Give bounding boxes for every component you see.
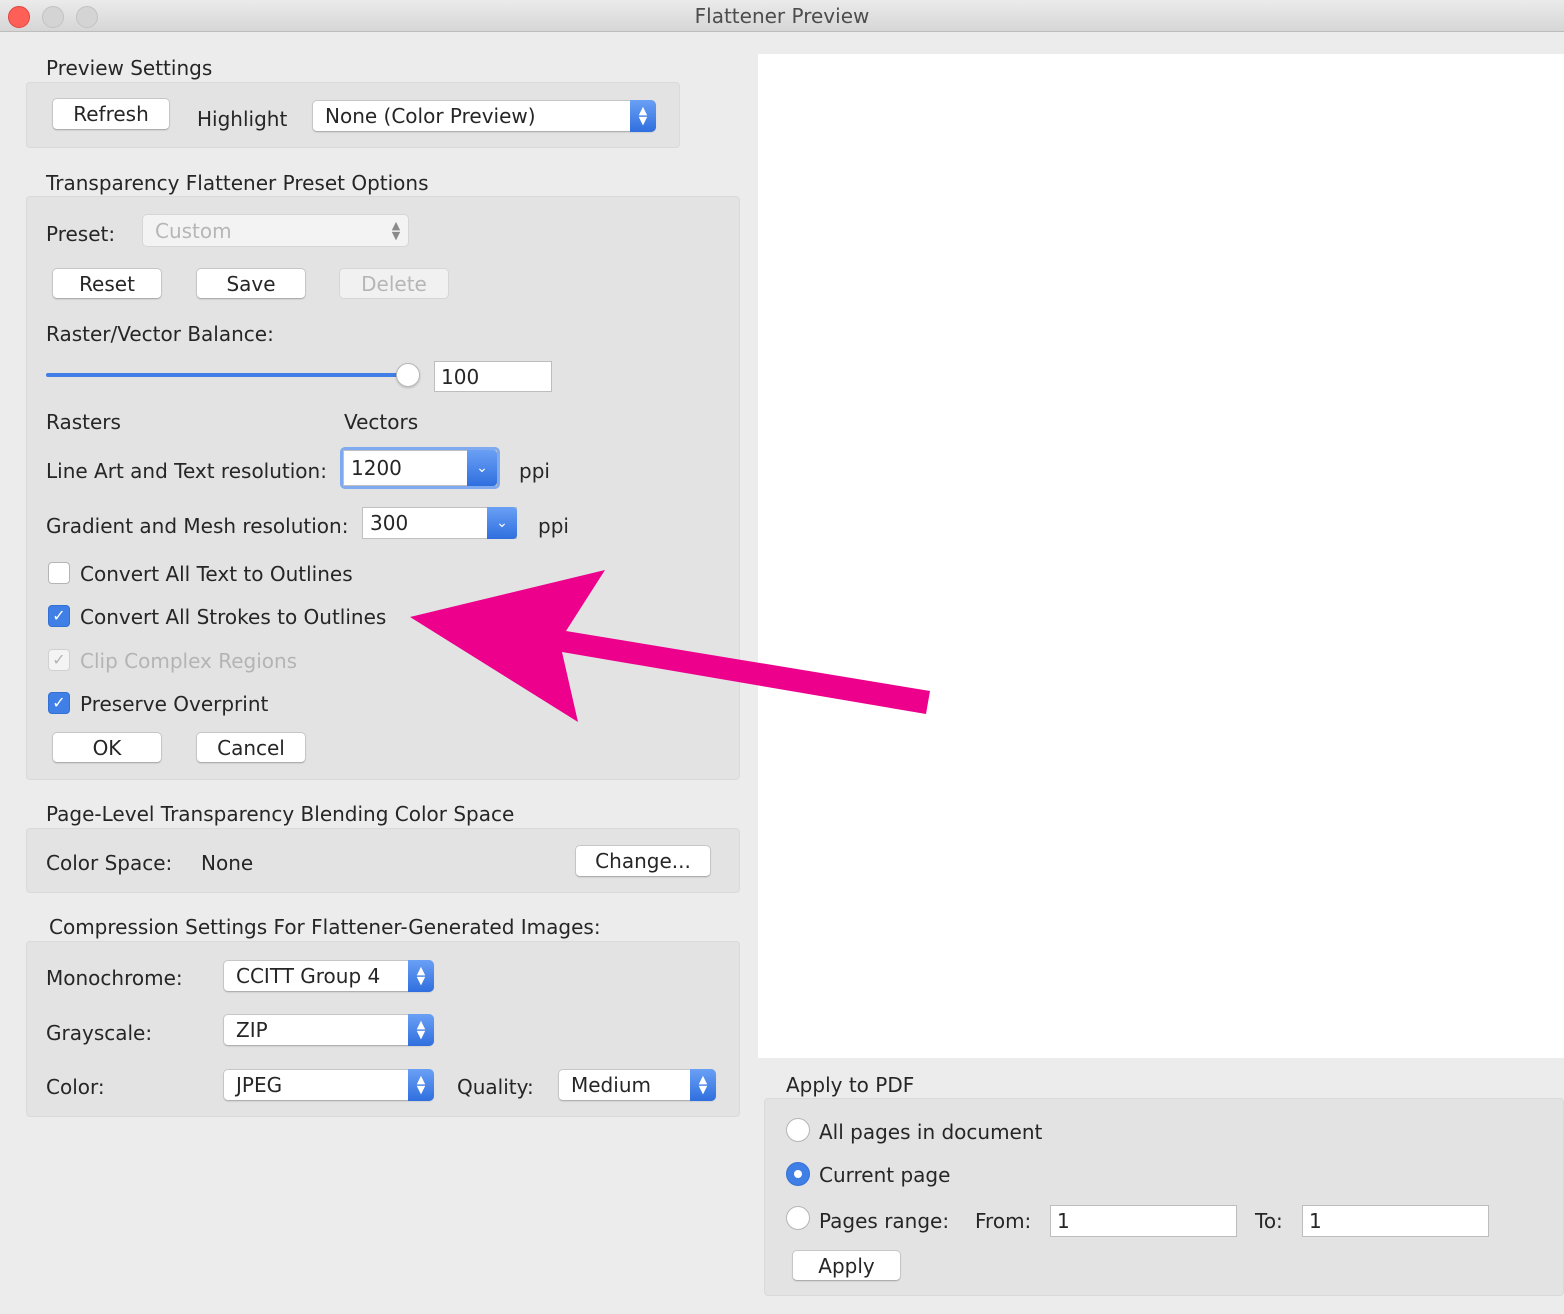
annotation-arrow-overlay <box>410 570 930 722</box>
annotation-arrow-icon <box>410 570 930 722</box>
